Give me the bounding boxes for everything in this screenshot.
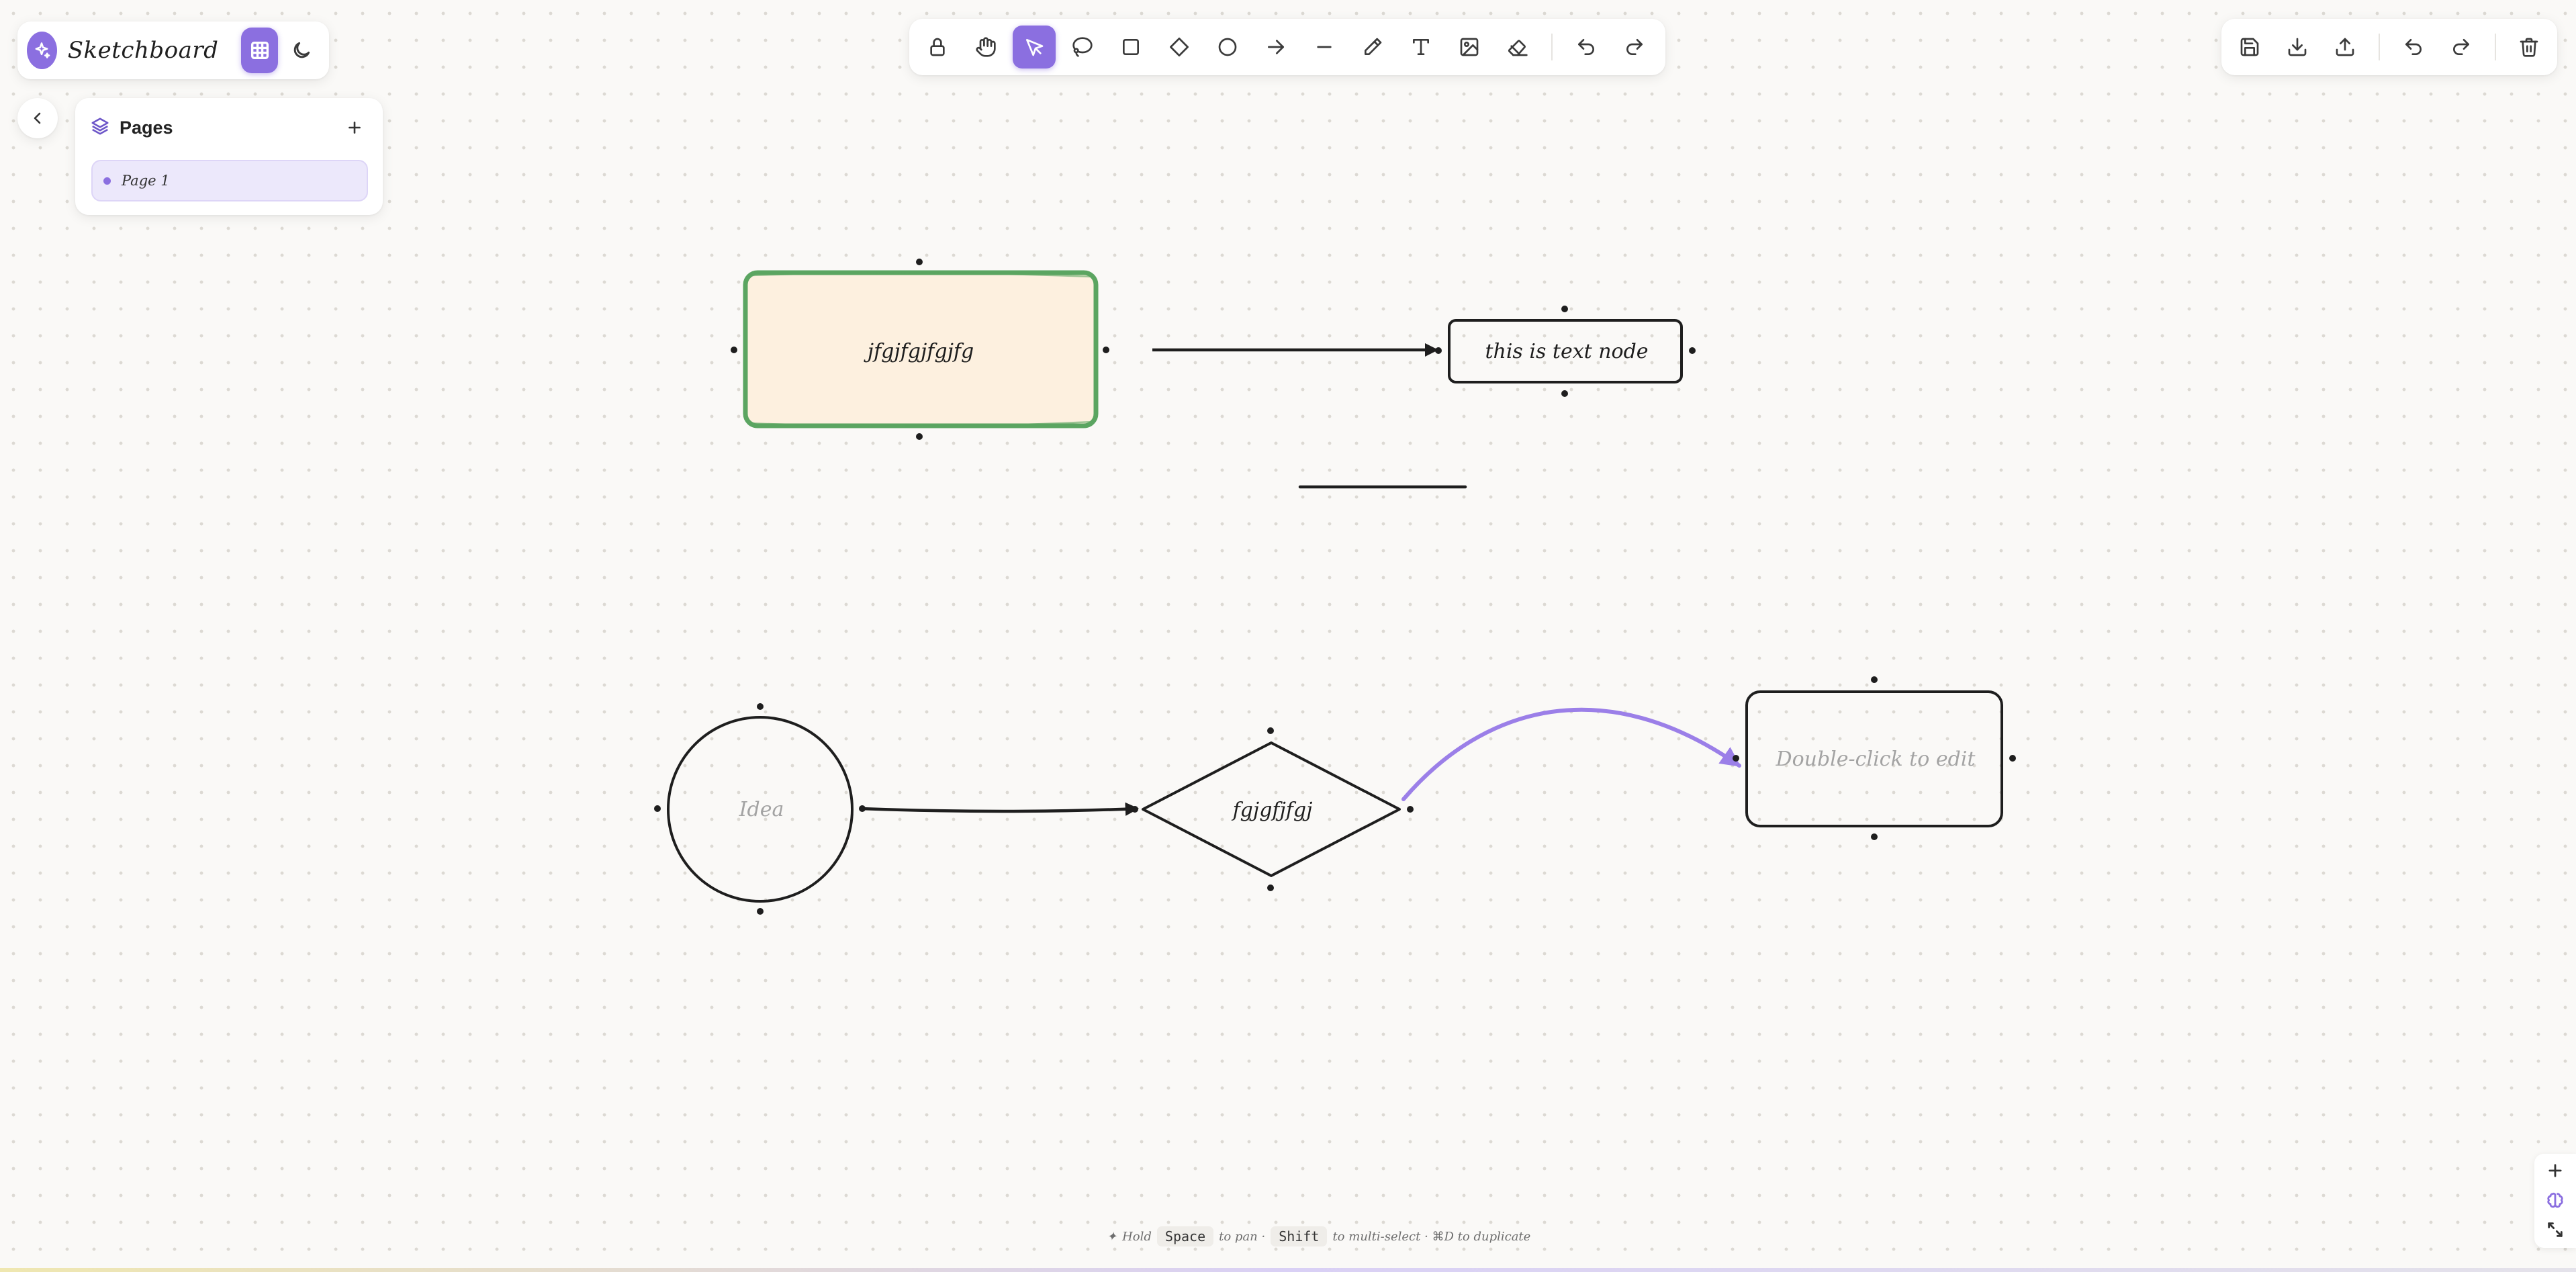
rounded-node-text: Double-click to edit [1776,747,1976,771]
text-node[interactable]: this is text node [1448,319,1683,383]
hint-tail: to multi-select · ⌘D to duplicate [1332,1229,1531,1244]
space-key: Space [1156,1226,1214,1246]
brain-icon [2547,1192,2563,1208]
expand-icon [2548,1222,2563,1237]
keyboard-hint: ✦ Hold Space to pan · Shift to multi-sel… [1107,1224,1530,1248]
text-node-text: this is text node [1485,340,1648,363]
drawing-canvas[interactable]: jfgjfgjfgjfg this is text node Idea fgjg… [0,0,2576,1272]
bottom-accent-bar [0,1268,2576,1272]
zoom-in-button[interactable] [2542,1158,2568,1183]
sparkle-icon: ✦ [1107,1229,1117,1244]
plus-icon [2548,1164,2562,1177]
curved-arrow-connector[interactable] [1401,707,1741,801]
circle-node[interactable]: Idea [667,716,854,903]
zoom-controls [2534,1154,2576,1248]
fit-view-button[interactable] [2542,1217,2568,1242]
diamond-node-text: fgjgfjfgj [1232,799,1313,822]
diamond-node[interactable]: fgjgfjfgj [1142,741,1401,877]
hint-mid: to pan · [1219,1229,1266,1244]
circle-node-text: Idea [739,798,784,821]
rectangle-node[interactable]: jfgjfgjfgjfg [743,270,1099,428]
ai-brain-button[interactable] [2542,1187,2568,1213]
hint-lead: Hold [1122,1229,1152,1244]
shift-key: Shift [1271,1226,1328,1246]
rounded-node[interactable]: Double-click to edit [1745,690,2003,827]
rectangle-node-text: jfgjfgjfgjfg [864,340,974,363]
arrow-connector[interactable] [860,802,1140,816]
